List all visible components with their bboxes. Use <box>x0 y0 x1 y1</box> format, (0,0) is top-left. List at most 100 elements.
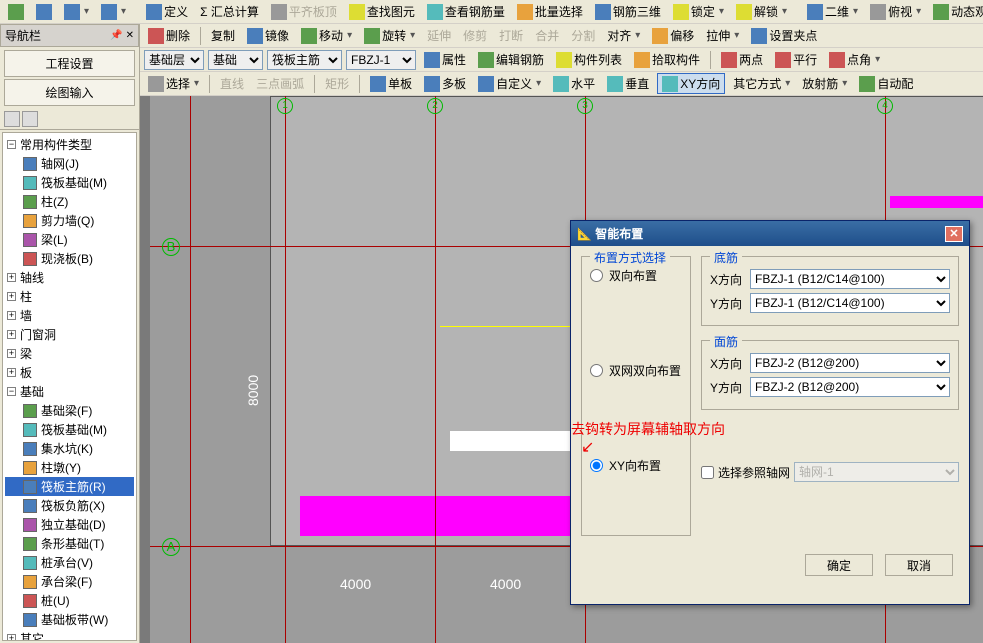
tree-strip-foundation[interactable]: 条形基础(T) <box>5 534 134 553</box>
tree-common-types[interactable]: −常用构件类型 <box>5 135 134 154</box>
tree-pile[interactable]: 桩(U) <box>5 591 134 610</box>
stretch-button[interactable]: 拉伸 <box>702 26 743 45</box>
tree-independent-foundation[interactable]: 独立基础(D) <box>5 515 134 534</box>
tree-raft-foundation2[interactable]: 筏板基础(M) <box>5 420 134 439</box>
lock-button[interactable]: 锁定 <box>669 2 728 21</box>
tree-foundation[interactable]: −基础 <box>5 382 134 401</box>
bottom-y-select[interactable]: FBZJ-1 (B12/C14@100) <box>750 293 950 313</box>
tree-shear-wall[interactable]: 剪力墙(Q) <box>5 211 134 230</box>
radio-double-bidir[interactable]: 双网双向布置 <box>590 362 682 379</box>
undo-button[interactable] <box>60 3 93 21</box>
move-button[interactable]: 移动 <box>297 26 356 45</box>
radio-xy[interactable]: XY向布置 <box>590 457 682 474</box>
nav-title-text: 导航栏 <box>5 27 41 44</box>
auto-button[interactable]: 自动配 <box>855 74 917 93</box>
component-toolbar: 基础层 基础 筏板主筋 FBZJ-1 属性 编辑钢筋 构件列表 拾取构件 两点 … <box>140 48 983 72</box>
set-grip-button[interactable]: 设置夹点 <box>747 26 821 45</box>
tree-sump[interactable]: 集水坑(K) <box>5 439 134 458</box>
layer-select[interactable]: 基础层 <box>144 50 204 70</box>
tree-column-z[interactable]: 柱(Z) <box>5 192 134 211</box>
pick-comp-button[interactable]: 拾取构件 <box>630 50 704 69</box>
tree-pillar-pier[interactable]: 柱墩(Y) <box>5 458 134 477</box>
align-button[interactable]: 对齐 <box>603 26 644 45</box>
mini-icon-2[interactable] <box>22 111 38 127</box>
radio-bidir[interactable]: 双向布置 <box>590 267 682 284</box>
cancel-button[interactable]: 取消 <box>885 554 953 576</box>
find-entity-button[interactable]: 查找图元 <box>345 2 419 21</box>
offset-button[interactable]: 偏移 <box>648 26 698 45</box>
unlock-button[interactable]: 解锁 <box>732 2 791 21</box>
draw-input-button[interactable]: 绘图输入 <box>4 79 135 106</box>
select-button[interactable]: 选择 <box>144 74 203 93</box>
project-settings-button[interactable]: 工程设置 <box>4 50 135 77</box>
tree-column[interactable]: +柱 <box>5 287 134 306</box>
tree-slab[interactable]: +板 <box>5 363 134 382</box>
batch-select-button[interactable]: 批量选择 <box>513 2 587 21</box>
radial-button[interactable]: 放射筋 <box>798 74 851 93</box>
xy-dir-button[interactable]: XY方向 <box>657 73 725 94</box>
ok-button[interactable]: 确定 <box>805 554 873 576</box>
tree-raft-neg-rebar[interactable]: 筏板负筋(X) <box>5 496 134 515</box>
bottom-x-select[interactable]: FBZJ-1 (B12/C14@100) <box>750 269 950 289</box>
two-point-button[interactable]: 两点 <box>717 50 767 69</box>
main-toolbar-1: 定义 Σ 汇总计算 平齐板顶 查找图元 查看钢筋量 批量选择 钢筋三维 锁定 解… <box>0 0 983 24</box>
layer-opt-select[interactable]: 基础 <box>208 50 263 70</box>
sub-opt-select[interactable]: FBZJ-1 <box>346 50 416 70</box>
tree-door-window[interactable]: +门窗洞 <box>5 325 134 344</box>
dialog-icon: 📐 <box>577 227 592 241</box>
tree-foundation-beam[interactable]: 基础梁(F) <box>5 401 134 420</box>
view-rebar-button[interactable]: 查看钢筋量 <box>423 2 509 21</box>
top-y-select[interactable]: FBZJ-2 (B12@200) <box>750 377 950 397</box>
point-angle-button[interactable]: 点角 <box>825 50 884 69</box>
top-x-select[interactable]: FBZJ-2 (B12@200) <box>750 353 950 373</box>
mini-icon-1[interactable] <box>4 111 20 127</box>
tree-cast-slab[interactable]: 现浇板(B) <box>5 249 134 268</box>
tree-other[interactable]: +其它 <box>5 629 134 641</box>
copy-button[interactable]: 复制 <box>207 26 239 45</box>
mirror-button[interactable]: 镜像 <box>243 26 293 45</box>
yellow-line <box>440 326 580 327</box>
property-button[interactable]: 属性 <box>420 50 470 69</box>
layout-method-legend: 布置方式选择 <box>590 249 670 266</box>
component-select[interactable]: 筏板主筋 <box>267 50 342 70</box>
tree-wall[interactable]: +墙 <box>5 306 134 325</box>
save-button[interactable] <box>32 3 56 21</box>
edit-rebar-button[interactable]: 编辑钢筋 <box>474 50 548 69</box>
dim-4000-2: 4000 <box>490 576 521 592</box>
rebar-3d-button[interactable]: 钢筋三维 <box>591 2 665 21</box>
dialog-titlebar[interactable]: 📐 智能布置 ✕ <box>571 221 969 246</box>
multi-board-button[interactable]: 多板 <box>420 74 470 93</box>
tree-axis-grid[interactable]: 轴网(J) <box>5 154 134 173</box>
view-2d-button[interactable]: 二维 <box>803 2 862 21</box>
custom-button[interactable]: 自定义 <box>474 74 545 93</box>
wall-icon <box>23 214 37 228</box>
vertical-button[interactable]: 垂直 <box>603 74 653 93</box>
mainrebar-icon <box>23 480 37 494</box>
delete-button[interactable]: 删除 <box>144 26 194 45</box>
single-board-button[interactable]: 单板 <box>366 74 416 93</box>
component-tree[interactable]: −常用构件类型 轴网(J) 筏板基础(M) 柱(Z) 剪力墙(Q) 梁(L) 现… <box>2 132 137 641</box>
view-top-button[interactable]: 俯视 <box>866 2 925 21</box>
tree-pile-cap[interactable]: 桩承台(V) <box>5 553 134 572</box>
tree-foundation-slab-band[interactable]: 基础板带(W) <box>5 610 134 629</box>
tree-axis-line[interactable]: +轴线 <box>5 268 134 287</box>
close-icon[interactable]: ✕ <box>945 226 963 242</box>
parallel-button[interactable]: 平行 <box>771 50 821 69</box>
new-button[interactable] <box>4 3 28 21</box>
pin-icon[interactable]: 📌 ✕ <box>110 30 134 41</box>
redo-button[interactable] <box>97 3 130 21</box>
define-button[interactable]: 定义 <box>142 2 192 21</box>
ref-grid-checkbox[interactable] <box>701 466 714 479</box>
sum-calc-button[interactable]: Σ 汇总计算 <box>196 2 263 21</box>
other-way-button[interactable]: 其它方式 <box>729 74 794 93</box>
comp-list-button[interactable]: 构件列表 <box>552 50 626 69</box>
tree-raft-main-rebar[interactable]: 筏板主筋(R) <box>5 477 134 496</box>
split-button: 分割 <box>567 26 599 45</box>
dynamic-view-button[interactable]: 动态观察 <box>929 2 983 21</box>
tree-bearing-beam[interactable]: 承台梁(F) <box>5 572 134 591</box>
tree-raft-foundation[interactable]: 筏板基础(M) <box>5 173 134 192</box>
horizontal-button[interactable]: 水平 <box>549 74 599 93</box>
tree-beam-l[interactable]: 梁(L) <box>5 230 134 249</box>
rotate-button[interactable]: 旋转 <box>360 26 419 45</box>
tree-beam[interactable]: +梁 <box>5 344 134 363</box>
